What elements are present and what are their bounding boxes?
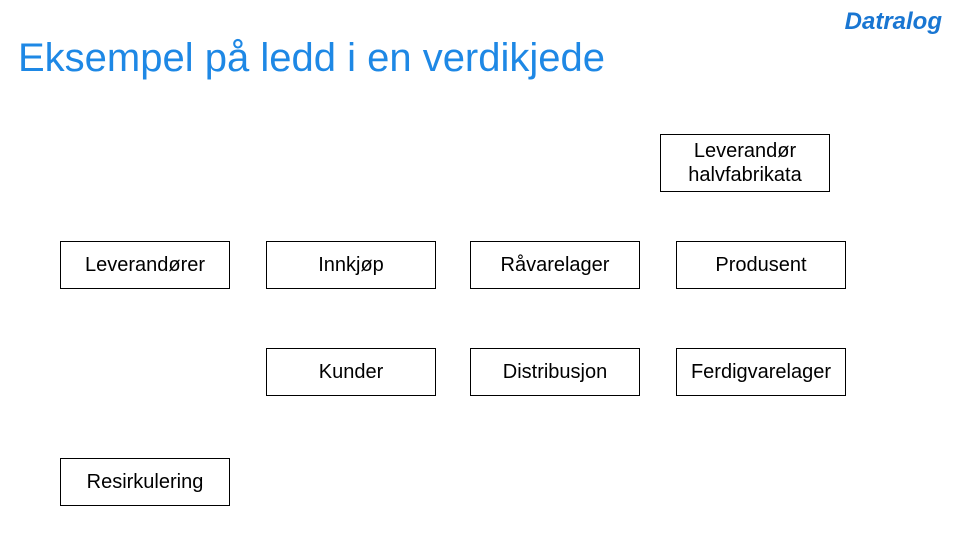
box-produsent: Produsent [676,241,846,289]
brand-label: Datralog [845,8,942,36]
box-resirkulering: Resirkulering [60,458,230,506]
box-ravarelager: Råvarelager [470,241,640,289]
box-ferdigvarelager: Ferdigvarelager [676,348,846,396]
box-leverandorer: Leverandører [60,241,230,289]
box-distribusjon: Distribusjon [470,348,640,396]
box-innkjop: Innkjøp [266,241,436,289]
page-title: Eksempel på ledd i en verdikjede [18,36,605,81]
box-leverandor-halvfabrikata: Leverandør halvfabrikata [660,134,830,192]
box-kunder: Kunder [266,348,436,396]
